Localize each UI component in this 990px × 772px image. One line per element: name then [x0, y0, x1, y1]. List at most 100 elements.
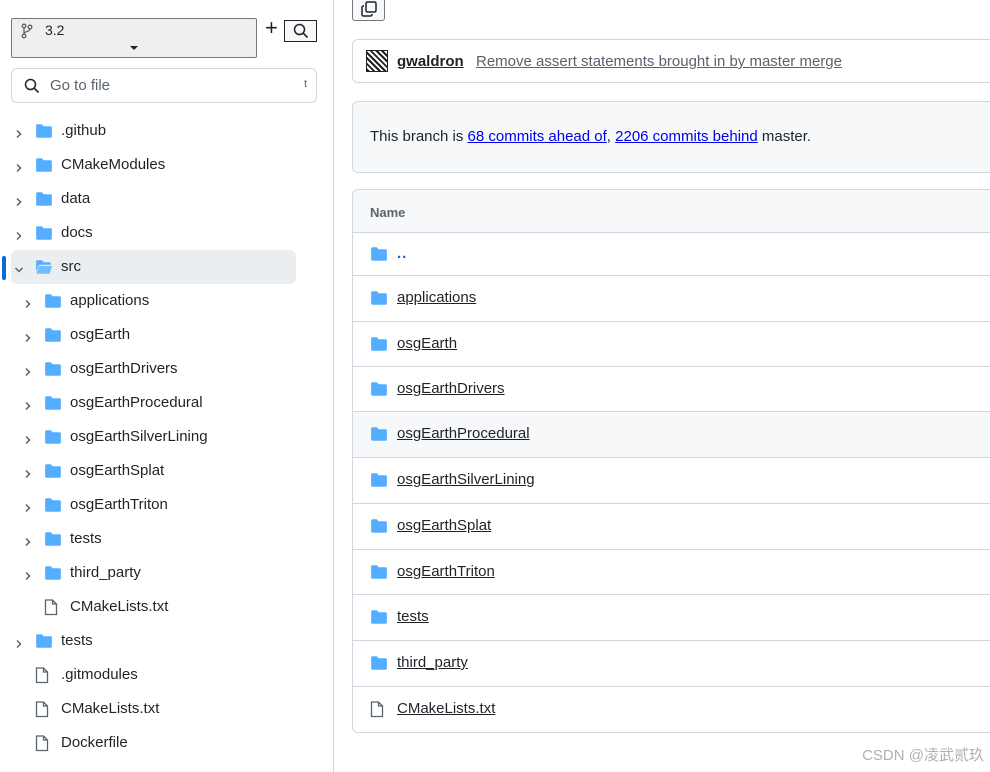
chevron-right-icon[interactable]	[14, 194, 24, 212]
file-name-link[interactable]: third_party	[397, 654, 468, 671]
file-name-link[interactable]: osgEarth	[397, 335, 457, 352]
file-name-link[interactable]: applications	[397, 289, 476, 306]
tree-file-item[interactable]: CMakeLists.txt	[0, 692, 300, 726]
table-row[interactable]: applications	[353, 276, 990, 322]
table-row[interactable]: osgEarth	[353, 322, 990, 367]
chevron-right-icon[interactable]	[23, 432, 33, 450]
tree-folder-item[interactable]: docs	[0, 216, 300, 250]
tree-folder-item[interactable]: src	[11, 250, 296, 284]
chevron-right-icon[interactable]	[23, 500, 33, 518]
tree-folder-item[interactable]: .github	[0, 114, 300, 148]
copy-path-button[interactable]	[352, 0, 385, 21]
tree-folder-item[interactable]: osgEarthDrivers	[0, 352, 300, 386]
tree-folder-item[interactable]: osgEarthTriton	[0, 488, 300, 522]
tree-folder-item[interactable]: osgEarthProcedural	[0, 386, 300, 420]
watermark: CSDN @凌武贰玖	[862, 747, 984, 764]
commits-behind-link[interactable]: 2206 commits behind	[615, 128, 758, 145]
tree-folder-item[interactable]: osgEarthSilverLining	[0, 420, 300, 454]
folder-icon	[44, 497, 62, 518]
chevron-right-icon[interactable]	[14, 126, 24, 144]
tree-item-label: CMakeLists.txt	[70, 598, 169, 615]
tree-folder-item[interactable]: osgEarthSplat	[0, 454, 300, 488]
tree-file-item[interactable]: .gitmodules	[0, 658, 300, 692]
tree-folder-item[interactable]: tests	[0, 522, 300, 556]
tree-folder-item[interactable]: osgEarth	[0, 318, 300, 352]
branch-status-prefix: This branch is	[370, 128, 468, 145]
parent-directory-row[interactable]: ..	[353, 233, 990, 276]
folder-icon	[44, 395, 62, 416]
tree-item-label: applications	[70, 292, 150, 309]
chevron-right-icon[interactable]	[23, 330, 33, 348]
commit-author-link[interactable]: gwaldron	[397, 53, 464, 70]
branch-status-banner: This branch is 68 commits ahead of, 2206…	[352, 101, 990, 173]
table-row[interactable]: tests	[353, 595, 990, 641]
folder-icon	[44, 565, 62, 586]
tree-folder-item[interactable]: applications	[0, 284, 300, 318]
file-name-link[interactable]: osgEarthProcedural	[397, 425, 530, 442]
chevron-right-icon[interactable]	[23, 568, 33, 586]
tree-file-item[interactable]: CMakeLists.txt	[0, 590, 300, 624]
tree-folder-item[interactable]: CMakeModules	[0, 148, 300, 182]
folder-icon	[370, 246, 388, 267]
chevron-right-icon[interactable]	[23, 364, 33, 382]
commit-message-link[interactable]: Remove assert statements brought in by m…	[476, 53, 842, 70]
folder-icon	[44, 429, 62, 450]
latest-commit-bar: gwaldron Remove assert statements brough…	[352, 39, 990, 83]
add-file-button[interactable]: +	[265, 17, 278, 39]
folder-icon	[35, 633, 53, 654]
avatar[interactable]	[366, 50, 388, 72]
chevron-right-icon[interactable]	[23, 398, 33, 416]
chevron-right-icon[interactable]	[14, 228, 24, 246]
name-column-header: Name	[370, 205, 406, 220]
search-button[interactable]	[284, 20, 317, 42]
tree-item-label: osgEarthSilverLining	[70, 428, 208, 445]
chevron-right-icon[interactable]	[23, 534, 33, 552]
file-name-link[interactable]: CMakeLists.txt	[397, 700, 495, 717]
folder-icon	[44, 327, 62, 348]
tree-folder-item[interactable]: tests	[0, 624, 300, 658]
table-row[interactable]: third_party	[353, 641, 990, 687]
file-name-link[interactable]: osgEarthDrivers	[397, 380, 505, 397]
file-name-link[interactable]: osgEarthSplat	[397, 517, 491, 534]
chevron-right-icon[interactable]	[14, 160, 24, 178]
folder-icon	[370, 381, 388, 402]
table-row[interactable]: osgEarthDrivers	[353, 367, 990, 412]
folder-icon	[370, 472, 388, 493]
file-tree-sidebar: 3.2 + Go to file t .github CMakeModules da…	[0, 0, 334, 772]
tree-file-item[interactable]: Dockerfile	[0, 726, 300, 760]
parent-directory-link[interactable]: ..	[397, 245, 407, 262]
table-header: Name	[353, 190, 990, 233]
folder-icon	[35, 157, 53, 178]
file-icon	[35, 701, 49, 723]
tree-folder-item[interactable]: data	[0, 182, 300, 216]
tree-item-label: third_party	[70, 564, 141, 581]
table-row[interactable]: osgEarthTriton	[353, 550, 990, 595]
go-to-file-input[interactable]: Go to file t	[11, 68, 317, 103]
tree-item-label: .github	[61, 122, 107, 139]
chevron-right-icon[interactable]	[23, 296, 33, 314]
table-row[interactable]: CMakeLists.txt	[353, 687, 990, 732]
table-row[interactable]: osgEarthSplat	[353, 504, 990, 550]
folder-icon	[35, 225, 53, 246]
tree-item-label: .gitmodules	[61, 666, 138, 683]
chevron-right-icon[interactable]	[14, 636, 24, 654]
folder-icon	[44, 463, 62, 484]
file-name-link[interactable]: osgEarthSilverLining	[397, 471, 535, 488]
table-row[interactable]: osgEarthProcedural	[353, 412, 990, 458]
file-name-link[interactable]: tests	[397, 608, 429, 625]
go-to-file-placeholder: Go to file	[50, 77, 111, 94]
chevron-down-icon[interactable]	[14, 262, 24, 280]
folder-icon	[44, 531, 62, 552]
tree-item-label: osgEarth	[70, 326, 131, 343]
chevron-right-icon[interactable]	[23, 466, 33, 484]
folder-icon	[370, 655, 388, 676]
table-row[interactable]: osgEarthSilverLining	[353, 458, 990, 504]
branch-status-text: This branch is 68 commits ahead of, 2206…	[370, 128, 811, 145]
tree-folder-item[interactable]: third_party	[0, 556, 300, 590]
search-icon	[293, 23, 309, 39]
commits-ahead-link[interactable]: 68 commits ahead of	[468, 128, 607, 145]
file-name-link[interactable]: osgEarthTriton	[397, 563, 495, 580]
tree-item-label: tests	[61, 632, 93, 649]
tree-item-label: data	[61, 190, 91, 207]
branch-selector-button[interactable]: 3.2	[11, 18, 257, 58]
